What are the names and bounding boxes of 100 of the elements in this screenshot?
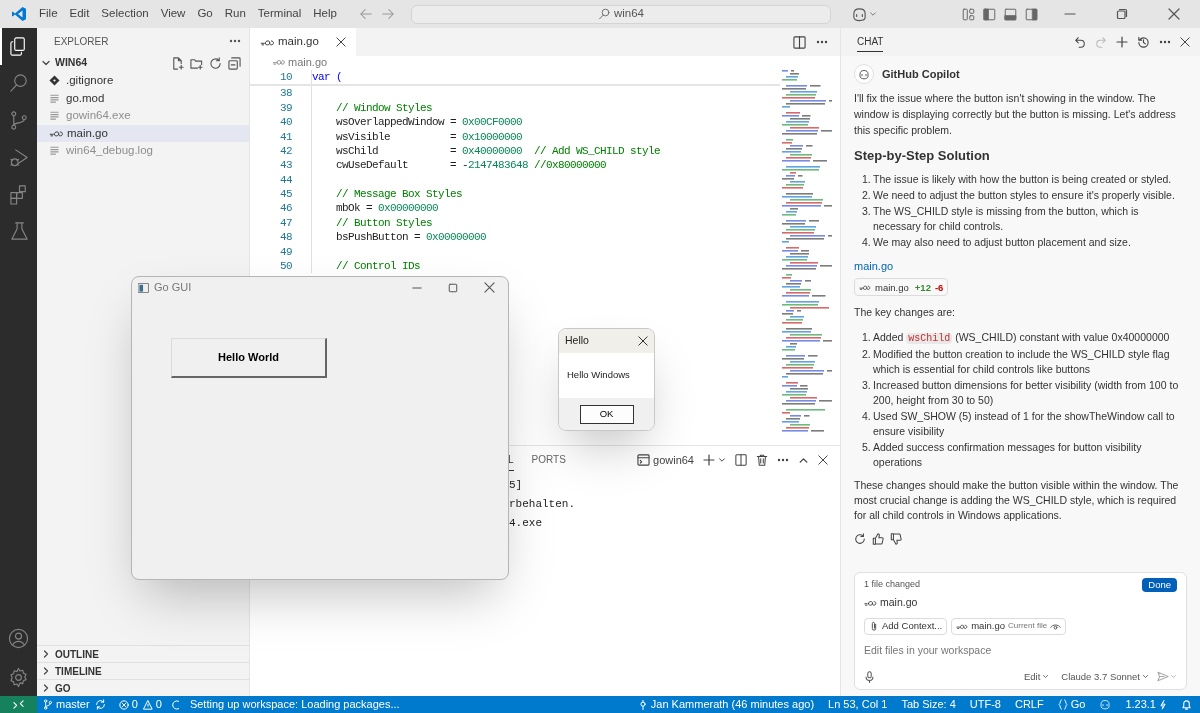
progress-status[interactable]: Setting up workspace: Loading packages... (171, 696, 400, 713)
panel-tab[interactable]: PORTS (531, 449, 566, 471)
run-debug-icon[interactable] (9, 147, 30, 168)
section-header[interactable]: TIMELINE (37, 662, 249, 679)
robot-icon[interactable] (850, 6, 868, 22)
menu-item[interactable]: Help (307, 5, 343, 23)
terminal-name[interactable]: gowin64 (653, 451, 694, 469)
plus-icon[interactable] (1116, 36, 1128, 48)
editor-tab[interactable]: main.go (250, 28, 356, 56)
menu-item[interactable]: File (33, 5, 64, 23)
new-file-icon[interactable] (171, 56, 184, 70)
blame-status[interactable]: Jan Kammerath (46 minutes ago) (637, 696, 815, 713)
model-dropdown[interactable]: Claude 3.7 Sonnet (1061, 669, 1149, 684)
secondary-sidebar-icon[interactable] (1025, 7, 1038, 21)
menu-item[interactable]: Terminal (251, 5, 308, 23)
editor-logo-icon (11, 6, 27, 22)
chevron-icon[interactable] (41, 58, 51, 68)
mode-dropdown[interactable]: Edit (1023, 669, 1050, 684)
code-line: cwUseDefault = -2147483648 //0x80000000 (335, 158, 607, 174)
lines-icon (49, 110, 60, 122)
file-chip[interactable]: main.go +12 -6 (854, 278, 949, 296)
ok-button[interactable]: OK (579, 404, 634, 424)
refresh-icon[interactable] (209, 56, 222, 70)
search-icon[interactable] (9, 73, 30, 94)
maximize-icon[interactable] (448, 282, 458, 293)
microphone-icon[interactable] (864, 670, 875, 683)
layout-icon[interactable] (962, 7, 975, 21)
problems-status[interactable]: 0 0 (118, 696, 162, 713)
paperclip-icon (869, 621, 879, 632)
add-context-button[interactable]: Add Context... (864, 617, 948, 635)
sync-icon[interactable] (94, 699, 106, 710)
line-number: 40 (279, 115, 292, 131)
settings-icon[interactable] (8, 667, 29, 688)
collapse-icon[interactable] (228, 56, 241, 70)
menu-item[interactable]: Run (218, 5, 252, 23)
restore-icon[interactable] (1116, 8, 1128, 20)
menu-item[interactable]: Edit (63, 5, 96, 23)
branch-icon (43, 699, 53, 710)
trash-icon[interactable] (756, 454, 768, 466)
new-folder-icon[interactable] (190, 56, 203, 70)
split-terminal-icon[interactable] (735, 454, 747, 466)
caret-icon[interactable] (868, 10, 877, 18)
chevron-icon[interactable] (41, 683, 51, 693)
chat-input[interactable]: Edit files in your workspace (864, 642, 1177, 659)
account-icon[interactable] (8, 628, 29, 649)
caret-icon[interactable] (718, 456, 726, 464)
done-button[interactable]: Done (1142, 578, 1177, 592)
history-icon[interactable] (1137, 35, 1150, 49)
breadcrumb[interactable]: main.go (288, 53, 328, 71)
file-link[interactable]: main.go (854, 259, 1187, 274)
explorer-file[interactable]: main.go (37, 124, 249, 142)
robot-icon[interactable] (1099, 699, 1112, 710)
bell-icon[interactable] (1181, 699, 1192, 710)
encoding[interactable]: UTF-8 (969, 696, 1001, 713)
close-icon[interactable] (335, 37, 346, 47)
thumbs-down-icon[interactable] (890, 533, 902, 545)
section-header[interactable]: OUTLINE (37, 645, 249, 662)
chevron-icon[interactable] (41, 666, 51, 676)
retry-icon[interactable] (854, 533, 866, 545)
remote-icon[interactable] (13, 699, 24, 710)
branch-status[interactable]: master (43, 696, 90, 713)
context-chip[interactable]: main.go Current file (951, 617, 1067, 635)
menu-item[interactable]: View (154, 5, 192, 23)
language-mode[interactable]: Go (1057, 696, 1086, 713)
code-line: var ( (312, 69, 343, 85)
hello-world-button[interactable]: Hello World (171, 338, 327, 378)
split-editor-icon[interactable] (793, 35, 806, 49)
go-file-icon (272, 57, 286, 67)
sidebar-toggle-icon[interactable] (983, 7, 996, 21)
cursor-position[interactable]: Ln 53, Col 1 (828, 696, 888, 713)
thumbs-up-icon[interactable] (872, 533, 884, 545)
search-field[interactable]: win64 (410, 4, 831, 24)
undo-icon[interactable] (1074, 36, 1086, 48)
close-icon[interactable] (638, 336, 648, 346)
code-line: wsVisible = 0x10000000 (335, 129, 523, 145)
chevron-icon[interactable] (41, 649, 51, 659)
close-icon[interactable] (818, 455, 828, 465)
files-changed-label: 1 file changed (864, 578, 921, 592)
explorer-file[interactable]: go.mod (37, 89, 249, 107)
flask-icon[interactable] (9, 221, 30, 242)
close-icon[interactable] (1180, 37, 1190, 47)
plus-icon[interactable] (703, 454, 715, 466)
folder-row[interactable]: WIN64 (37, 54, 249, 72)
warning-icon (142, 699, 153, 710)
panel-toggle-icon[interactable] (1004, 7, 1017, 21)
eye-icon[interactable] (1050, 621, 1062, 631)
chat-heading: Step-by-Step Solution (854, 148, 991, 163)
chat-tab[interactable]: CHAT (857, 32, 884, 52)
line-ending[interactable]: CRLF (1015, 696, 1044, 713)
changed-file[interactable]: main.go (864, 595, 1177, 611)
branch-icon[interactable] (9, 110, 30, 131)
tab-size[interactable]: Tab Size: 4 (901, 696, 956, 713)
menu-item[interactable]: Selection (95, 5, 155, 23)
explorer-file[interactable]: .gitignore (37, 72, 249, 90)
code-line: // Message Box Styles (335, 187, 463, 203)
menu-item[interactable]: Go (191, 5, 219, 23)
close-icon[interactable] (1168, 8, 1180, 20)
close-icon[interactable] (484, 282, 495, 293)
line-number: 42 (279, 143, 292, 159)
go-version[interactable]: 1.23.1 (1125, 696, 1167, 713)
